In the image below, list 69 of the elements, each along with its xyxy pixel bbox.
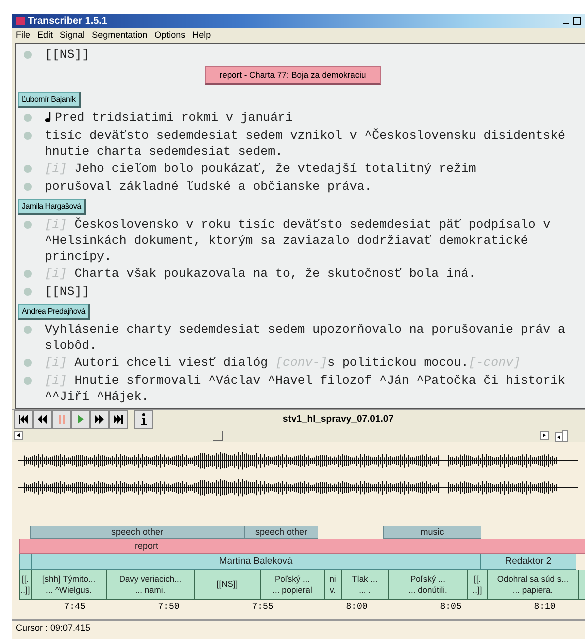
app-icon: [16, 17, 25, 25]
transcript-segment[interactable]: [[. ..]]: [19, 570, 31, 600]
play-icon: [75, 415, 86, 424]
speaker-segment[interactable]: Redaktor 2: [480, 554, 576, 570]
skip-forward-icon: [113, 415, 124, 424]
menu-item[interactable]: Edit: [38, 30, 54, 40]
bullet-icon: [24, 359, 32, 367]
rewind-icon: [37, 415, 48, 424]
transcript-line[interactable]: [[NS]]: [45, 46, 577, 63]
file-name: stv1_hl_spravy_07.01.07: [283, 414, 394, 425]
transcript-line[interactable]: Vyhlásenie charty sedemdesiat sedem upozorňovalo na porušovanie práv a slobôd.: [45, 321, 577, 354]
topic-segment[interactable]: speech other: [244, 526, 318, 539]
bullet-icon: [24, 326, 32, 334]
transcript-segment[interactable]: Odohral sa súd s... ... papiera.: [487, 570, 578, 600]
scroll-thumb[interactable]: [213, 430, 223, 440]
window-title: Transcriber 1.5.1: [28, 16, 108, 26]
topic-segment[interactable]: music: [383, 526, 481, 539]
transcript-segment[interactable]: [[NS]]: [194, 570, 260, 600]
bullet-icon: [24, 165, 32, 173]
topic-segment[interactable]: speech other: [30, 526, 244, 539]
menu-item[interactable]: Options: [154, 30, 186, 40]
scroll-right-icon[interactable]: [540, 431, 549, 440]
bullet-icon: [24, 270, 32, 278]
speaker-label[interactable]: Ľubomír Bajaník: [18, 92, 81, 108]
bullet-icon: [24, 288, 32, 296]
menu-item[interactable]: Help: [192, 30, 212, 40]
rewind-button[interactable]: [33, 410, 52, 429]
speaker-segment[interactable]: Martina Baleková: [31, 554, 480, 570]
bullet-icon: [24, 132, 32, 140]
speaker-label[interactable]: Jamila Hargašová: [18, 199, 86, 215]
speaker-label[interactable]: Andrea Predajňová: [18, 304, 90, 320]
time-label: 8:05: [440, 602, 462, 612]
scroll-left-icon[interactable]: [14, 431, 23, 440]
transcript-segment[interactable]: Davy veriacich... ... nami.: [106, 570, 194, 600]
forward-button[interactable]: [90, 410, 109, 429]
bullet-icon: [24, 51, 32, 59]
transcript-segment[interactable]: Poľský ... ... popieral: [260, 570, 324, 600]
skip-forward-button[interactable]: [109, 410, 128, 429]
menu-item[interactable]: Segmentation: [92, 30, 148, 40]
bullet-icon: [24, 377, 32, 385]
section-segment[interactable]: report: [19, 539, 585, 554]
speaker-segment[interactable]: [19, 554, 31, 570]
maximize-icon[interactable]: [573, 17, 581, 25]
transcript-line[interactable]: porušoval základné ľudské a občianske práva.: [45, 178, 577, 195]
info-button[interactable]: [134, 410, 153, 429]
time-label: 8:10: [534, 602, 556, 612]
forward-icon: [94, 415, 105, 424]
transcript-line[interactable]: tisíc deväťsto sedemdesiat sedem vznikol v ^Československu disidentské hnutie charta sedemdesiat sedem.: [45, 127, 577, 160]
transcript-segment[interactable]: [shh] Týmito... ... ^Wielgus.: [31, 570, 106, 600]
transcript-segment[interactable]: [[. ..]]: [467, 570, 487, 600]
bullet-icon: [24, 183, 32, 191]
time-label: 7:55: [252, 602, 274, 612]
menu-item[interactable]: Signal: [60, 30, 86, 40]
skip-back-button[interactable]: [14, 410, 33, 429]
transcript-segment[interactable]: Tlak ... ... .: [341, 570, 388, 600]
time-label: 8:00: [346, 602, 368, 612]
bullet-icon: [24, 114, 32, 122]
section-label[interactable]: report - Charta 77: Boja za demokraciu: [205, 66, 381, 85]
transcript-segment[interactable]: Poľský ... ... donútili.: [388, 570, 467, 600]
bullet-icon: [24, 221, 32, 229]
transcript-segment[interactable]: ni v.: [324, 570, 341, 600]
transcript-line[interactable]: [[NS]]: [45, 283, 577, 300]
time-label: 7:45: [64, 602, 86, 612]
menu-item[interactable]: File: [16, 30, 31, 40]
pause-icon: [56, 415, 67, 424]
transcript-line[interactable]: Pred tridsiatimi rokmi v januári: [54, 109, 585, 126]
skip-back-icon: [18, 415, 29, 424]
info-icon: [140, 413, 148, 426]
time-label: 7:50: [158, 602, 180, 612]
